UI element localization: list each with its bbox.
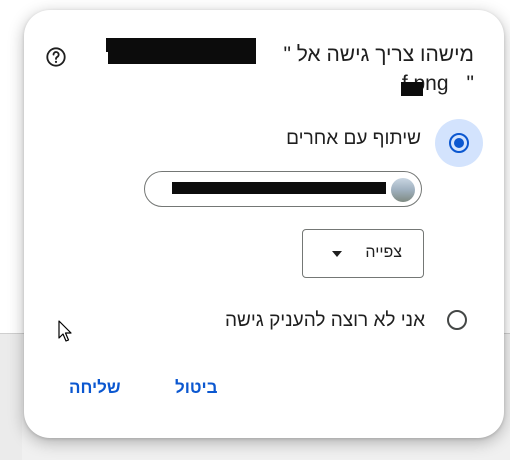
role-select[interactable]: צפייה (302, 229, 424, 278)
share-option-label: שיתוף עם אחרים (286, 128, 421, 149)
redaction-mark (108, 50, 256, 64)
redaction-mark (401, 82, 423, 96)
redaction-mark (172, 182, 386, 194)
mouse-cursor-icon (58, 320, 72, 342)
deny-radio[interactable] (447, 310, 467, 330)
send-button[interactable]: שליחה (61, 372, 129, 404)
deny-option-label: אני לא רוצה להעניק גישה (224, 310, 425, 331)
dropdown-arrow-icon (332, 251, 342, 257)
help-circle-icon[interactable] (45, 46, 67, 68)
access-request-dialog: מישהו צריך גישה אל " "f.png שיתוף עם אחר… (24, 10, 504, 438)
role-select-value: צפייה (365, 244, 402, 261)
cancel-button[interactable]: ביטול (167, 372, 226, 404)
share-radio[interactable] (449, 133, 469, 153)
landscape-avatar-icon (391, 178, 415, 202)
